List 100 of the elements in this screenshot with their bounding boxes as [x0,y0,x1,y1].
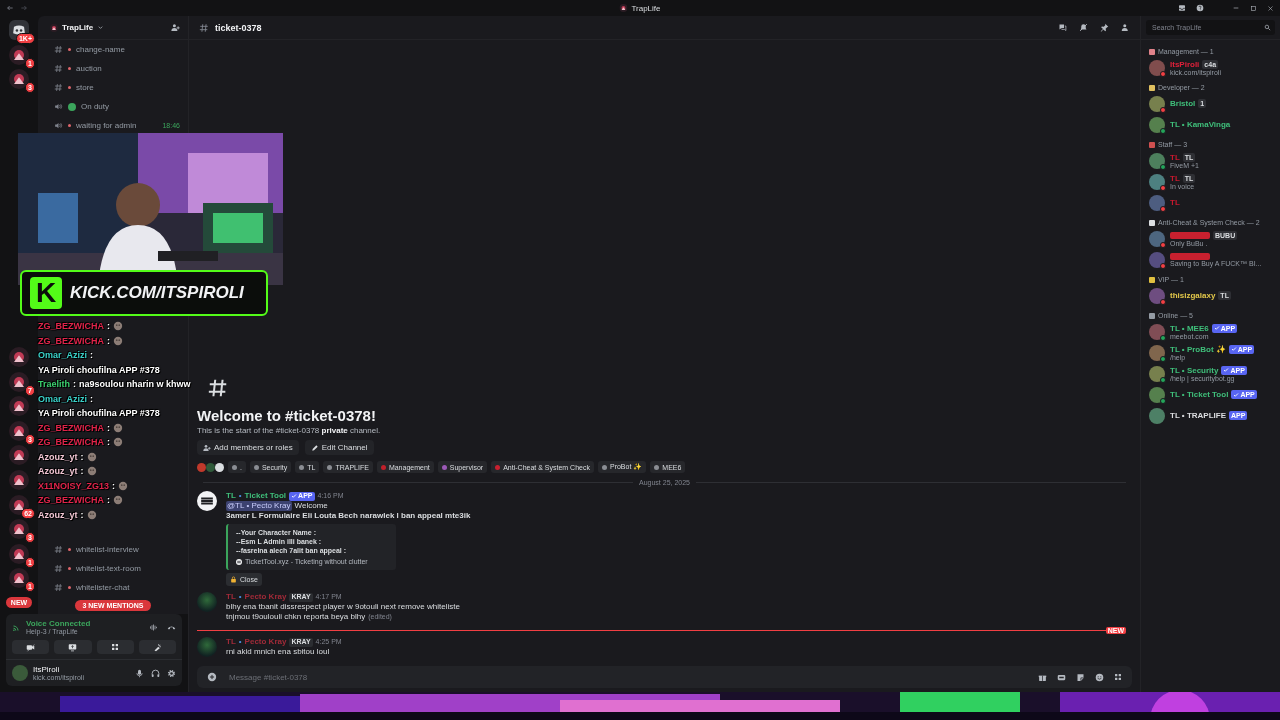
dot-icon [68,548,71,551]
muted-bell-icon[interactable] [1079,23,1088,32]
message-input[interactable]: Message #ticket-0378 [227,671,1028,683]
member-name[interactable]: TL • MEE6 [1170,323,1209,333]
channel-item[interactable]: On duty [38,97,188,116]
sticker-icon[interactable] [1076,672,1085,682]
back-arrow-icon[interactable] [6,4,14,12]
server-icon [619,4,628,12]
member-name[interactable]: TL • Ticket Tool [1170,390,1229,399]
verified-check-icon [1213,325,1220,331]
member-avatar [1149,287,1165,304]
emote-icon [113,321,123,332]
hash-icon [54,83,63,92]
server-icon[interactable] [9,420,29,441]
screen-share-button[interactable] [54,640,92,654]
chat-separator: : [73,378,76,391]
camera-button[interactable] [12,640,50,654]
channel-item[interactable]: store [38,78,188,97]
speaker-icon [54,121,63,130]
message-composer[interactable]: Message #ticket-0378 [197,666,1132,688]
chevron-icon [97,24,105,31]
chat-username: ZG_BEZWICHA [38,494,104,507]
channel-item[interactable]: whitelist-text-room [38,559,188,578]
waveform-icon[interactable] [149,622,158,632]
member-avatar [1149,116,1165,133]
headset-icon[interactable] [151,668,160,678]
hash-icon [54,545,63,554]
server-icon[interactable] [9,396,29,417]
channel-item[interactable]: whitelist-interview [38,540,188,559]
member-name[interactable]: TL • Security [1170,365,1219,375]
soundboard-button[interactable] [138,640,176,654]
channel-item[interactable]: whitelister-chat [38,578,188,597]
server-icon[interactable] [9,69,29,90]
chat-separator: : [107,334,110,348]
stream-url: KICK.COM/ITSPIROLI [70,283,244,303]
chat-message: YA Piroli choufilna APP #378 [38,407,160,420]
member-avatar [1149,59,1165,76]
server-icon[interactable] [9,519,29,540]
member-name[interactable]: ItsPiroli [1170,59,1200,69]
member-avatar [1149,344,1165,361]
pin-icon[interactable] [1100,23,1109,32]
server-icon[interactable] [9,347,29,368]
microphone-icon[interactable] [135,668,144,678]
user-avatar [12,665,28,681]
server-icon[interactable] [9,568,29,589]
member-name[interactable]: TL • KamaVinga [1170,120,1231,129]
user-avatar [197,637,217,657]
author-name[interactable]: Ticket Tool [244,491,287,501]
members-icon[interactable] [1121,23,1130,32]
chat-separator: : [80,465,84,478]
member-avatar [1149,407,1165,424]
server-icon[interactable] [9,445,29,466]
add-members-button[interactable]: Add members or roles [197,440,299,455]
server-icon[interactable] [9,470,29,491]
edit-channel-button[interactable]: Edit Channel [304,440,374,455]
maximize-icon[interactable] [1250,4,1257,12]
user-mention[interactable]: @TL • Pecto Kray [226,501,292,511]
activities-button[interactable] [96,640,134,654]
hash-icon [54,564,63,573]
chat-username: Azouz_yt [38,508,78,522]
member-name[interactable]: TL • ProBot ✨ [1170,344,1226,354]
chat-username: ZG_BEZWICHA [38,334,104,348]
channel-item[interactable]: change-name [38,40,188,59]
server-icon[interactable] [9,543,29,564]
gif-icon[interactable] [1057,672,1066,682]
message-text: rni akid mnich ena sbitou loul [226,647,330,657]
message-text: Welcome [294,501,328,511]
emoji-icon[interactable] [1095,672,1104,682]
name-separator: • [238,592,242,602]
add-member-icon[interactable] [171,23,180,32]
attach-plus-icon[interactable] [207,672,217,682]
inbox-icon[interactable] [1178,4,1186,12]
channel-item[interactable]: auction [38,59,188,78]
kick-logo: K [30,277,62,309]
author-prefix[interactable]: TL [226,491,236,501]
server-icon[interactable] [9,44,29,65]
verified-check-icon [1223,367,1230,373]
help-icon[interactable] [1196,4,1204,12]
channel-name: ticket-0378 [215,22,262,33]
role-group-icon [1149,84,1155,91]
member-avatar [1149,365,1165,382]
apps-icon[interactable] [1114,672,1122,681]
lock-icon [230,576,237,583]
member-name[interactable]: thisizgalaxy [1170,291,1216,300]
chat-separator: : [90,349,94,362]
message-text: 3amer L Formulaire Eli Louta Bech narawlek l ban appeal mte3ik [226,511,471,521]
member-name[interactable]: TL • TRAPLIFE [1170,411,1226,420]
server-icon[interactable] [9,371,29,392]
verified-check-icon [291,493,298,499]
member-name[interactable]: Bristol [1170,99,1196,108]
server-name[interactable]: TrapLife [62,23,94,32]
threads-icon[interactable] [1058,23,1067,32]
hash-icon [54,64,63,73]
window-title: TrapLife [631,3,661,13]
hash-icon [207,377,229,399]
close-icon[interactable] [1267,4,1274,12]
settings-icon[interactable] [167,668,176,678]
add-member-icon [203,443,211,452]
chat-separator: : [112,479,116,493]
hash-icon [199,22,209,33]
